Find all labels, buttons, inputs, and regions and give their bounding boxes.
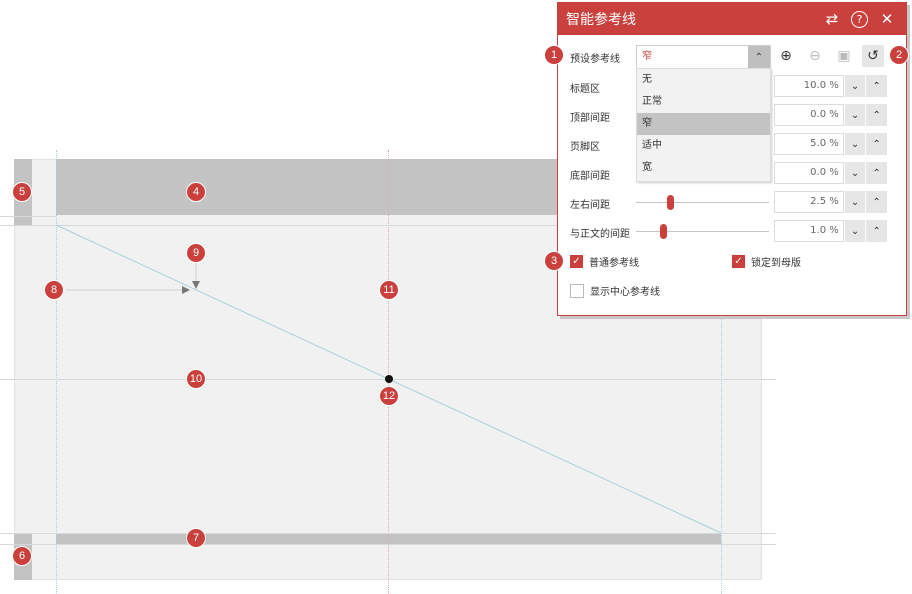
- increment-button[interactable]: ⌃: [865, 133, 887, 155]
- center-guides-label: 显示中心参考线: [590, 287, 660, 298]
- bottom-margin-label: 底部间距: [570, 171, 610, 182]
- dialog-header[interactable]: 智能参考线 ⇄ ? ✕: [558, 3, 906, 35]
- title-zone-value[interactable]: 10.0 %: [774, 75, 844, 97]
- help-icon[interactable]: ?: [851, 10, 868, 28]
- increment-button[interactable]: ⌃: [865, 191, 887, 213]
- badge-8: 8: [44, 280, 64, 300]
- center-guides-checkbox[interactable]: 显示中心参考线: [570, 283, 660, 298]
- footer-zone-label: 页脚区: [570, 142, 600, 153]
- lock-to-master-label: 锁定到母版: [751, 258, 801, 269]
- arrow-8-head: [182, 286, 190, 294]
- checkbox-empty-icon[interactable]: [570, 283, 584, 298]
- increment-button[interactable]: ⌃: [865, 220, 887, 242]
- lock-to-master-checkbox[interactable]: ✓ 锁定到母版: [732, 254, 801, 269]
- decrement-button[interactable]: ⌄: [843, 133, 866, 155]
- arrow-9-head: [192, 281, 200, 289]
- center-point: [385, 375, 393, 383]
- preset-option-narrow[interactable]: 窄: [637, 113, 770, 135]
- badge-3: 3: [544, 251, 564, 271]
- add-preset-button[interactable]: ⊕: [775, 45, 797, 67]
- chevron-up-icon[interactable]: ⌃: [748, 46, 770, 68]
- increment-button[interactable]: ⌃: [865, 162, 887, 184]
- slider-thumb[interactable]: [660, 224, 667, 239]
- slider-thumb[interactable]: [667, 195, 674, 210]
- footer-zone-spinner[interactable]: 5.0 % ⌄ ⌃: [774, 133, 887, 155]
- badge-4: 4: [186, 182, 206, 202]
- decrement-button[interactable]: ⌄: [843, 162, 866, 184]
- badge-10: 10: [186, 369, 206, 389]
- preset-option-normal[interactable]: 正常: [637, 91, 770, 113]
- bottom-margin-value[interactable]: 0.0 %: [774, 162, 844, 184]
- top-margin-label: 顶部间距: [570, 113, 610, 124]
- dialog-title: 智能参考线: [566, 12, 636, 28]
- normal-guides-checkbox[interactable]: ✓ 普通参考线: [570, 254, 639, 269]
- increment-button[interactable]: ⌃: [865, 104, 887, 126]
- body-spacing-slider[interactable]: [636, 224, 769, 239]
- normal-guides-label: 普通参考线: [589, 258, 639, 269]
- preset-label: 预设参考线: [570, 54, 620, 65]
- increment-button[interactable]: ⌃: [865, 75, 887, 97]
- decrement-button[interactable]: ⌄: [843, 191, 866, 213]
- close-icon[interactable]: ✕: [876, 8, 898, 30]
- preset-option-none[interactable]: 无: [637, 69, 770, 91]
- sync-icon[interactable]: ⇄: [821, 8, 843, 30]
- body-spacing-label: 与正文的间距: [570, 229, 630, 240]
- reset-button[interactable]: ↺: [862, 45, 884, 67]
- decrement-button[interactable]: ⌄: [843, 75, 866, 97]
- top-margin-value[interactable]: 0.0 %: [774, 104, 844, 126]
- checkmark-icon[interactable]: ✓: [732, 255, 745, 268]
- badge-7: 7: [186, 528, 206, 548]
- save-preset-button[interactable]: ▣: [833, 45, 855, 67]
- decrement-button[interactable]: ⌄: [843, 104, 866, 126]
- title-zone-label: 标题区: [570, 84, 600, 95]
- side-margin-value[interactable]: 2.5 %: [774, 191, 844, 213]
- bottom-margin-spinner[interactable]: 0.0 % ⌄ ⌃: [774, 162, 887, 184]
- decrement-button[interactable]: ⌄: [843, 220, 866, 242]
- top-margin-spinner[interactable]: 0.0 % ⌄ ⌃: [774, 104, 887, 126]
- badge-9: 9: [186, 243, 206, 263]
- side-margin-slider[interactable]: [636, 195, 769, 210]
- side-margin-spinner[interactable]: 2.5 % ⌄ ⌃: [774, 191, 887, 213]
- preset-option-wide[interactable]: 宽: [637, 157, 770, 179]
- badge-2: 2: [889, 45, 909, 65]
- preset-value: 窄: [642, 51, 652, 62]
- badge-12: 12: [379, 386, 399, 406]
- badge-11: 11: [379, 280, 399, 300]
- smart-guides-dialog: 智能参考线 ⇄ ? ✕ 预设参考线 窄 ⌃ ⊕ ⊖ ▣ ↺ 标题区 10.0 %…: [557, 2, 907, 316]
- body-spacing-spinner[interactable]: 1.0 % ⌄ ⌃: [774, 220, 887, 242]
- badge-5: 5: [12, 182, 32, 202]
- badge-6: 6: [12, 546, 32, 566]
- preset-dropdown-list: 无 正常 窄 适中 宽: [636, 68, 771, 182]
- body-spacing-value[interactable]: 1.0 %: [774, 220, 844, 242]
- footer-zone-value[interactable]: 5.0 %: [774, 133, 844, 155]
- title-zone-spinner[interactable]: 10.0 % ⌄ ⌃: [774, 75, 887, 97]
- side-margin-label: 左右间距: [570, 200, 610, 211]
- badge-1: 1: [544, 45, 564, 65]
- checkmark-icon[interactable]: ✓: [570, 255, 583, 268]
- preset-select[interactable]: 窄 ⌃: [636, 45, 771, 69]
- preset-option-moderate[interactable]: 适中: [637, 135, 770, 157]
- remove-preset-button[interactable]: ⊖: [804, 45, 826, 67]
